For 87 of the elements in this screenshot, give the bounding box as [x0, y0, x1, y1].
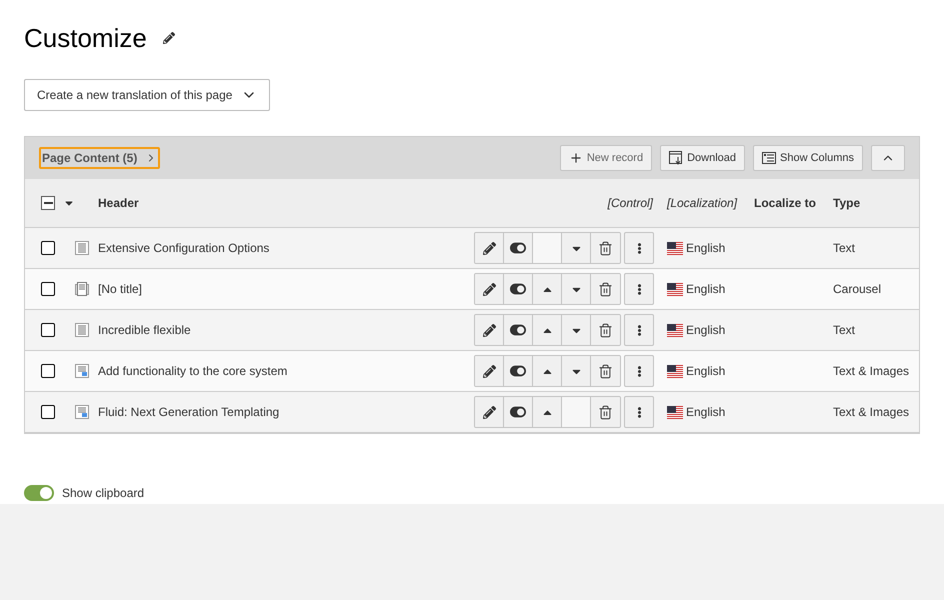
download-icon — [669, 151, 684, 165]
edit-button[interactable] — [475, 356, 504, 386]
toolbar-button[interactable]: Show Columns — [753, 145, 863, 171]
move-up-button[interactable] — [533, 274, 562, 304]
text-image-element-icon — [75, 405, 89, 419]
toggle-icon — [510, 240, 526, 256]
column-header: Header — [98, 195, 140, 212]
text-image-element-icon — [75, 364, 89, 378]
delete-button[interactable] — [591, 356, 620, 386]
toggle-visibility-button[interactable] — [504, 356, 533, 386]
page-title: Customize — [24, 22, 147, 54]
row-checkbox[interactable] — [41, 323, 55, 337]
toggle-icon — [510, 363, 526, 379]
language-label: English — [686, 281, 726, 298]
toggle-visibility-button[interactable] — [504, 233, 533, 263]
type-cell-text: Text & Images — [833, 404, 910, 421]
more-button[interactable] — [624, 355, 654, 387]
toggle-visibility-button[interactable] — [504, 397, 533, 427]
edit-button[interactable] — [475, 315, 504, 345]
toggle-visibility-button[interactable] — [504, 315, 533, 345]
delete-button[interactable] — [591, 274, 620, 304]
delete-button[interactable] — [591, 233, 620, 263]
edit-button[interactable] — [475, 397, 504, 427]
carousel-icon — [75, 282, 89, 296]
clipboard-label: Show clipboard — [62, 485, 144, 502]
columns-icon — [762, 152, 776, 164]
move-up-button[interactable] — [533, 397, 562, 427]
column-header: Localize to — [754, 195, 818, 212]
move-up-button[interactable] — [533, 356, 562, 386]
language-label: English — [686, 322, 726, 339]
toolbar-button[interactable]: New record — [560, 145, 652, 171]
toggle-icon — [510, 322, 526, 338]
more-button[interactable] — [624, 314, 654, 346]
more-button[interactable] — [624, 396, 654, 428]
toggle-icon — [510, 281, 526, 297]
language-label: English — [686, 240, 726, 257]
language-label: English — [686, 404, 726, 421]
trash-icon — [598, 404, 613, 420]
trash-icon — [598, 282, 613, 296]
clipboard-switch[interactable] — [24, 485, 54, 501]
type-cell-text: Text — [833, 322, 856, 339]
flag-icon — [667, 404, 683, 420]
edit-icon[interactable] — [162, 32, 175, 44]
edit-button[interactable] — [475, 274, 504, 304]
pencil-icon — [482, 324, 496, 336]
pencil-icon — [482, 242, 496, 254]
select-all-checkbox[interactable] — [41, 196, 55, 210]
pencil-icon — [482, 282, 496, 296]
type-cell-text: Text & Images — [833, 363, 910, 380]
type-cell-text: Carousel — [833, 281, 882, 298]
flag-icon — [667, 281, 683, 297]
toggle-icon — [510, 404, 526, 420]
flag-icon — [667, 363, 683, 379]
column-header: [Control] — [606, 195, 654, 212]
row-title[interactable]: Extensive Configuration Options — [98, 239, 474, 257]
pencil-icon — [482, 406, 496, 418]
row-checkbox[interactable] — [41, 364, 55, 378]
toggle-visibility-button[interactable] — [504, 274, 533, 304]
flag-icon — [667, 322, 683, 338]
row-checkbox[interactable] — [41, 282, 55, 296]
move-up-button[interactable] — [533, 315, 562, 345]
row-checkbox[interactable] — [41, 241, 55, 255]
row-title[interactable]: [No title] — [98, 280, 474, 298]
pencil-icon — [482, 364, 496, 378]
flag-icon — [667, 240, 683, 256]
trash-icon — [598, 364, 613, 378]
column-header: Type — [833, 195, 862, 212]
plus-icon — [568, 151, 583, 165]
row-title[interactable]: Add functionality to the core system — [98, 362, 474, 380]
delete-button[interactable] — [591, 315, 620, 345]
toolbar-button[interactable]: Download — [660, 145, 746, 171]
translation-select[interactable]: Create a new translation of this page — [24, 79, 270, 111]
delete-button[interactable] — [591, 397, 620, 427]
type-cell-text: Text — [833, 240, 856, 257]
text-element-icon — [75, 323, 89, 337]
more-button[interactable] — [624, 232, 654, 264]
row-title[interactable]: Fluid: Next Generation Templating — [98, 403, 474, 421]
row-checkbox[interactable] — [41, 405, 55, 419]
row-title[interactable]: Incredible flexible — [98, 321, 474, 339]
text-element-icon — [75, 241, 89, 255]
edit-button[interactable] — [475, 233, 504, 263]
language-label: English — [686, 363, 726, 380]
trash-icon — [598, 322, 613, 338]
trash-icon — [598, 240, 613, 256]
column-header: [Localization] — [666, 195, 738, 212]
more-button[interactable] — [624, 273, 654, 305]
panel-title-link[interactable]: Page Content (5) — [39, 147, 160, 169]
